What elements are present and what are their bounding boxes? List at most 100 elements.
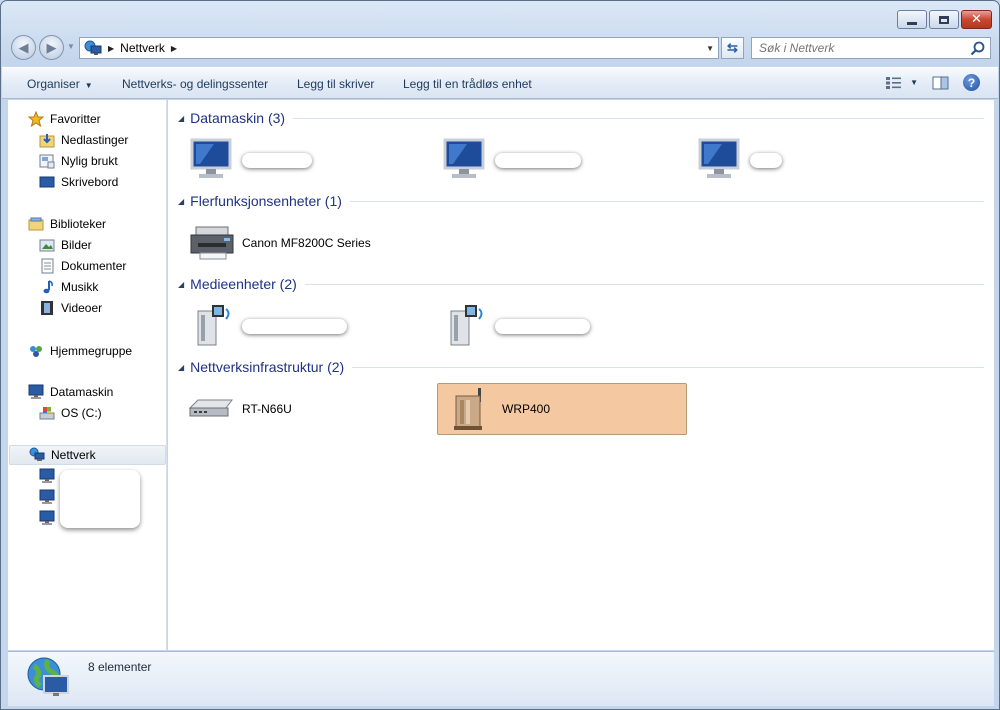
video-icon (39, 300, 55, 316)
network-computer-tile[interactable] (676, 134, 926, 186)
computer-monitor-icon (186, 136, 238, 184)
homegroup-icon (28, 343, 44, 359)
router-tile-selected[interactable]: WRP400 (437, 383, 687, 435)
view-controls: ▼ ? (885, 74, 980, 91)
sidebar-item-computer[interactable]: Datamaskin (28, 382, 113, 402)
close-button[interactable]: ✕ (961, 10, 992, 29)
recent-pages-dropdown[interactable]: ▼ (67, 42, 75, 51)
sidebar-item-label: Nedlastinger (61, 133, 129, 147)
redacted-names (60, 470, 140, 528)
tile-label: WRP400 (502, 402, 551, 416)
documents-icon (39, 258, 55, 274)
sidebar-item-label: Datamaskin (50, 385, 114, 399)
forward-button[interactable]: ▶ (39, 35, 64, 60)
sidebar-item-network-pc[interactable] (39, 508, 61, 528)
tile-label (242, 318, 347, 334)
content-pane: ◢ Datamaskin (3) ◢ Flerfunksjonsenheter (168, 100, 994, 650)
group-header-multifunction[interactable]: ◢ Flerfunksjonsenheter (1) (168, 191, 988, 211)
computer-monitor-icon (439, 136, 491, 184)
network-computer-tile[interactable] (421, 134, 671, 186)
tile-label: Canon MF8200C Series (242, 236, 371, 250)
sidebar-item-homegroup[interactable]: Hjemmegruppe (28, 341, 132, 361)
group-header-infrastructure[interactable]: ◢ Nettverksinfrastruktur (2) (168, 357, 988, 377)
group-divider (293, 117, 984, 119)
collapse-triangle-icon[interactable]: ◢ (178, 197, 184, 206)
sidebar-item-label: Nettverk (51, 448, 96, 462)
minimize-icon (907, 21, 917, 25)
sidebar-item-desktop[interactable]: Skrivebord (39, 172, 118, 192)
sidebar-item-libraries[interactable]: Biblioteker (28, 214, 106, 234)
computer-monitor-icon (694, 136, 746, 184)
arrow-left-icon: ◀ (18, 39, 29, 55)
search-icon[interactable] (970, 41, 985, 56)
pictures-icon (39, 237, 55, 253)
breadcrumb-network[interactable]: Nettverk (120, 41, 165, 55)
preview-pane-icon[interactable] (932, 76, 949, 90)
details-pane: 8 elementer (8, 651, 994, 706)
add-printer-button[interactable]: Legg til skriver (297, 77, 374, 91)
tile-label (242, 152, 312, 168)
search-box[interactable] (751, 37, 991, 59)
organize-menu[interactable]: Organiser ▼ (27, 77, 93, 91)
sidebar-item-network[interactable]: Nettverk (9, 445, 166, 465)
sidebar-item-favorites[interactable]: Favoritter (28, 109, 101, 129)
sidebar-item-label: Musikk (61, 280, 99, 294)
tile-label (495, 152, 581, 168)
sidebar-item-pictures[interactable]: Bilder (39, 235, 92, 255)
sidebar-item-network-pc[interactable] (39, 466, 61, 486)
media-device-tile[interactable] (421, 300, 671, 352)
multifunction-printer-tile[interactable]: Canon MF8200C Series (168, 217, 418, 269)
sidebar-item-videos[interactable]: Videoer (39, 298, 102, 318)
sidebar-item-label: Dokumenter (61, 259, 127, 273)
back-button[interactable]: ◀ (11, 35, 36, 60)
sidebar-item-label: Skrivebord (61, 175, 119, 189)
group-title: Medieenheter (2) (190, 276, 297, 292)
refresh-button[interactable]: ⇆ (721, 37, 744, 59)
collapse-triangle-icon[interactable]: ◢ (178, 280, 184, 289)
address-bar[interactable]: ▶ Nettverk ▶ ▼ (79, 37, 719, 59)
chevron-right-icon[interactable]: ▶ (171, 44, 177, 53)
collapse-triangle-icon[interactable]: ◢ (178, 363, 184, 372)
collapse-triangle-icon[interactable]: ◢ (178, 114, 184, 123)
group-header-computers[interactable]: ◢ Datamaskin (3) (168, 108, 988, 128)
libraries-icon (28, 216, 44, 232)
sidebar-item-os-drive[interactable]: OS (C:) (39, 403, 102, 423)
sidebar-item-label: Hjemmegruppe (50, 344, 133, 358)
computer-icon (39, 510, 55, 526)
add-wireless-device-button[interactable]: Legg til en trådløs enhet (403, 77, 532, 91)
caption-buttons: ✕ (897, 10, 992, 29)
organize-label: Organiser (27, 77, 80, 91)
change-view-button[interactable]: ▼ (885, 76, 918, 90)
network-center-button[interactable]: Nettverks- og delingssenter (122, 77, 268, 91)
star-icon (28, 111, 44, 127)
sidebar-item-music[interactable]: Musikk (39, 277, 98, 297)
network-icon (84, 40, 102, 55)
chevron-right-icon: ▶ (108, 43, 115, 53)
close-icon: ✕ (971, 12, 982, 27)
sidebar-item-label: Videoer (61, 301, 103, 315)
search-input[interactable] (759, 41, 959, 55)
sidebar-item-downloads[interactable]: Nedlastinger (39, 130, 128, 150)
sidebar-item-network-pc[interactable] (39, 487, 61, 507)
group-divider (304, 283, 984, 285)
recent-places-icon (39, 153, 55, 169)
tile-label (495, 318, 590, 334)
network-computer-tile[interactable] (168, 134, 418, 186)
address-dropdown[interactable]: ▼ (706, 44, 714, 53)
sidebar-item-documents[interactable]: Dokumenter (39, 256, 126, 276)
group-header-media[interactable]: ◢ Medieenheter (2) (168, 274, 988, 294)
sidebar-item-label: OS (C:) (61, 406, 102, 420)
sidebar-item-recent[interactable]: Nylig brukt (39, 151, 118, 171)
music-note-icon (39, 279, 55, 295)
computer-icon (39, 489, 55, 505)
help-icon[interactable]: ? (963, 74, 980, 91)
media-device-tile[interactable] (168, 300, 418, 352)
maximize-icon (939, 15, 949, 24)
drive-icon (39, 405, 55, 421)
router-tile[interactable]: RT-N66U (168, 383, 418, 435)
navigation-pane: Favoritter Nedlastinger Nylig brukt Skri… (8, 100, 167, 650)
maximize-button[interactable] (929, 10, 959, 29)
address-row: ◀ ▶ ▼ ▶ Nettverk ▶ ▼ ⇆ (1, 33, 999, 63)
tile-label: RT-N66U (242, 402, 292, 416)
minimize-button[interactable] (897, 10, 927, 29)
